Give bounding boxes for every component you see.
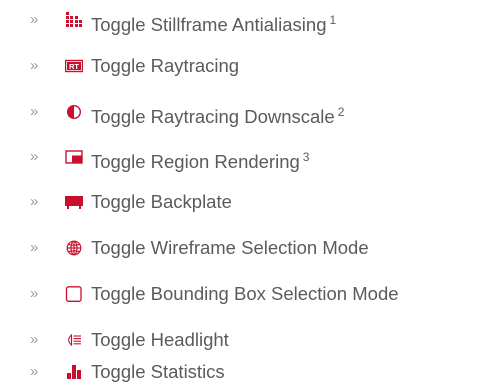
menu-item-label: Toggle Backplate [91, 191, 232, 212]
menu-item-label: Toggle Region Rendering 3 [91, 150, 310, 172]
menu-item-stillframe-antialiasing[interactable]: » Toggle Stillframe Antialiasing 1 [0, 5, 486, 35]
menu-item-statistics[interactable]: » Toggle Statistics [0, 357, 486, 387]
menu-item-raytracing[interactable]: » RT Toggle Raytracing [0, 51, 486, 81]
bullet-marker: » [30, 148, 38, 165]
menu-item-label: Toggle Raytracing Downscale 2 [91, 105, 345, 127]
menu-item-label: Toggle Statistics [91, 361, 225, 382]
menu-item-label: Toggle Stillframe Antialiasing 1 [91, 13, 337, 35]
antialiasing-grid-icon [65, 12, 83, 28]
menu-item-label: Toggle Wireframe Selection Mode [91, 237, 369, 258]
bullet-marker: » [30, 363, 38, 380]
menu-item-label: Toggle Bounding Box Selection Mode [91, 283, 399, 304]
bullet-marker: » [30, 103, 38, 120]
bullet-marker: » [30, 331, 38, 348]
menu-item-label: Toggle Headlight [91, 329, 229, 350]
bullet-marker: » [30, 193, 38, 210]
wireframe-globe-icon [65, 240, 83, 256]
menu-item-label: Toggle Raytracing [91, 55, 240, 76]
menu-item-bounding-box-selection[interactable]: » Toggle Bounding Box Selection Mode [0, 279, 486, 309]
menu-item-wireframe-selection[interactable]: » Toggle Wireframe Selection Mode [0, 233, 486, 263]
menu-item-backplate[interactable]: » Toggle Backplate [0, 187, 486, 217]
footnote-marker: 1 [329, 13, 337, 27]
bullet-marker: » [30, 239, 38, 256]
bullet-marker: » [30, 11, 38, 28]
backplate-icon [65, 194, 83, 210]
bounding-box-icon [65, 286, 83, 302]
bullet-marker: » [30, 285, 38, 302]
menu-item-raytracing-downscale[interactable]: » Toggle Raytracing Downscale 2 [0, 97, 486, 127]
statistics-bars-icon [65, 364, 83, 380]
bullet-marker: » [30, 57, 38, 74]
menu-item-headlight[interactable]: » Toggle Headlight [0, 325, 486, 355]
footnote-marker: 2 [337, 105, 345, 119]
footnote-marker: 3 [302, 150, 310, 164]
headlight-icon [65, 332, 83, 348]
region-rendering-icon [65, 149, 83, 165]
half-circle-icon [65, 104, 83, 120]
menu-item-region-rendering[interactable]: » Toggle Region Rendering 3 [0, 142, 486, 172]
svg-text:RT: RT [69, 62, 79, 71]
raytracing-rt-icon: RT [65, 58, 83, 74]
